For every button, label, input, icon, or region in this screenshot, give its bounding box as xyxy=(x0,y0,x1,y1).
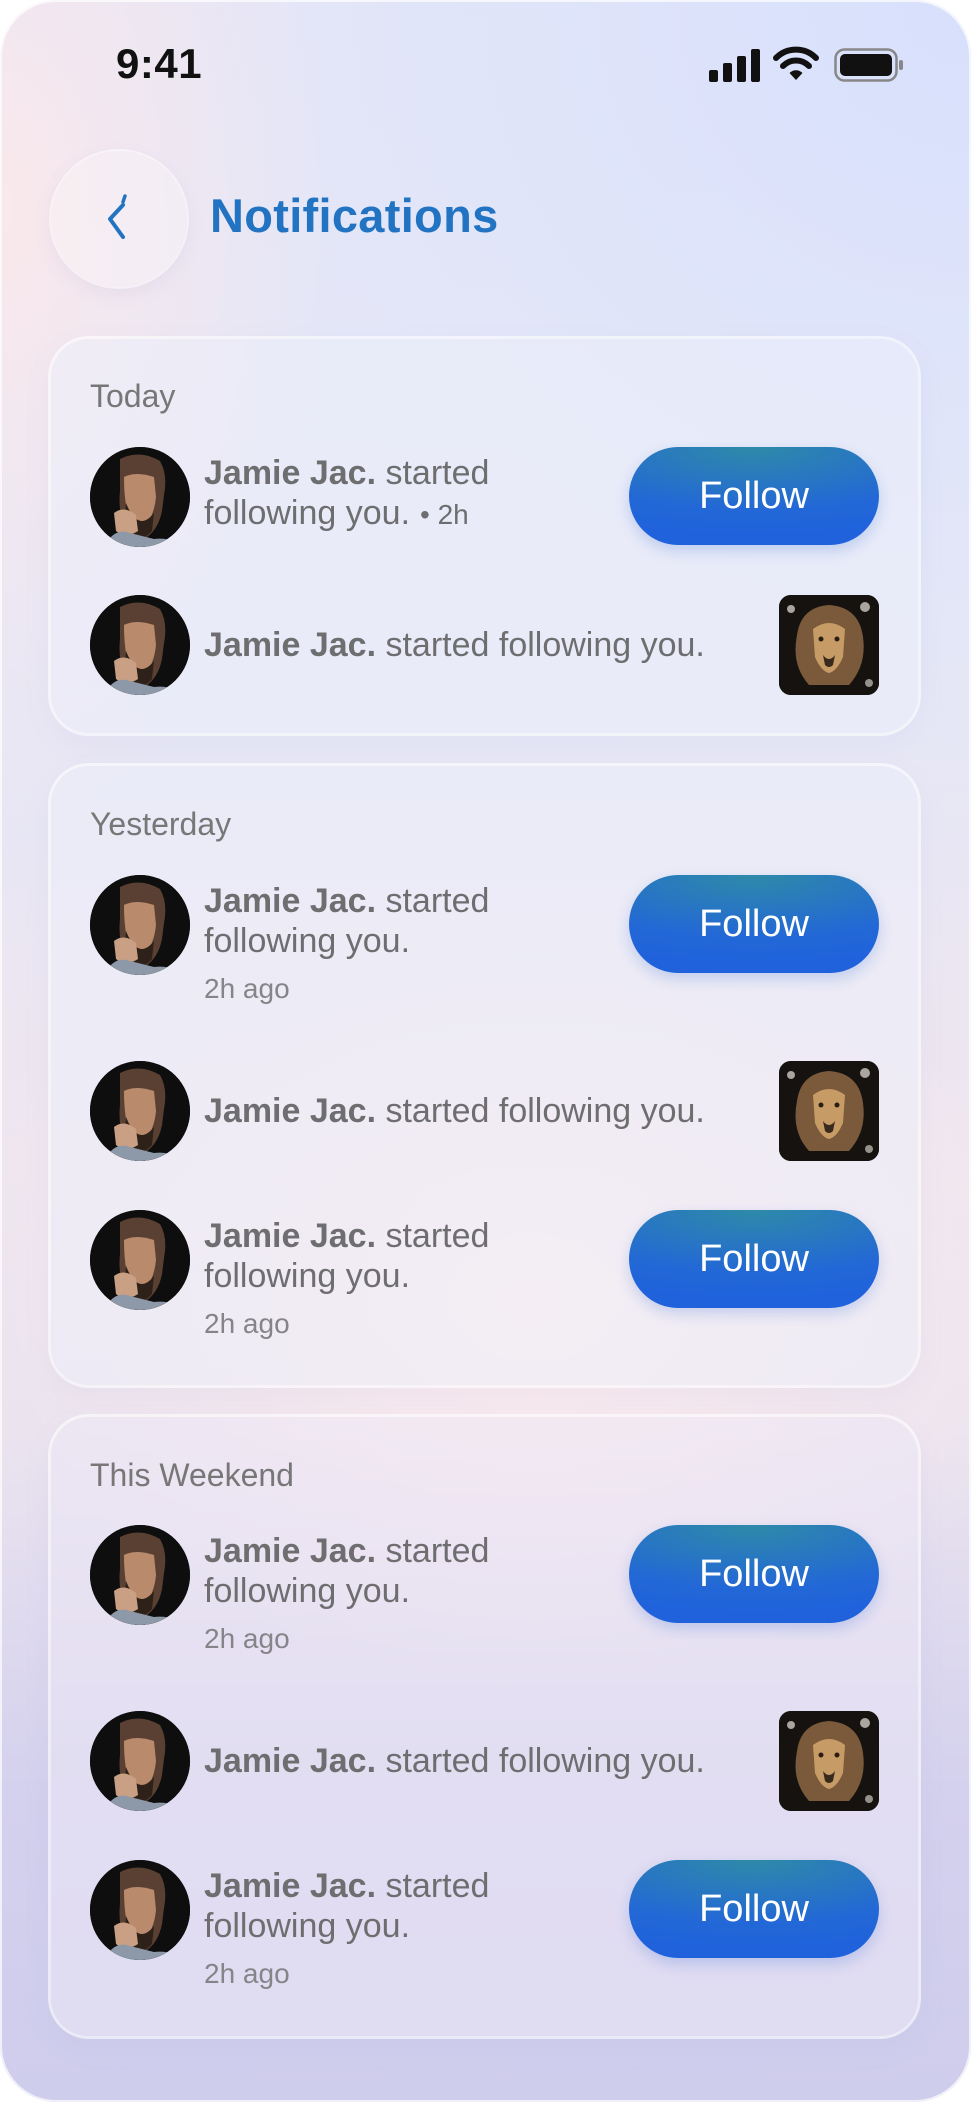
post-thumbnail[interactable] xyxy=(779,1711,879,1811)
user-name[interactable]: Jamie Jac. xyxy=(204,626,376,664)
user-name[interactable]: Jamie Jac. xyxy=(204,1742,376,1780)
notification-text: Jamie Jac. started following you. xyxy=(204,1532,490,1610)
avatar[interactable] xyxy=(90,1061,190,1161)
notification-item: Jamie Jac. started following you. 2h ago … xyxy=(90,875,879,1004)
avatar[interactable] xyxy=(90,1210,190,1310)
notification-item: Jamie Jac. started following you. 2h ago … xyxy=(90,1210,879,1339)
wifi-icon xyxy=(773,46,819,80)
avatar[interactable] xyxy=(90,1860,190,1960)
post-thumbnail[interactable] xyxy=(779,1061,879,1161)
notification-group-today: Today Jamie Jac. started following you. • … xyxy=(51,339,918,733)
notification-item: Jamie Jac. started following you. • 2h Fol… xyxy=(90,447,879,547)
follow-button[interactable]: Follow xyxy=(629,447,879,545)
status-bar: 9:41 xyxy=(0,0,971,130)
notification-item: Jamie Jac. started following you. xyxy=(90,1711,879,1811)
timestamp: 2h ago xyxy=(204,973,290,1004)
user-name[interactable]: Jamie Jac. xyxy=(204,454,376,492)
user-name[interactable]: Jamie Jac. xyxy=(204,1217,376,1255)
timestamp: 2h ago xyxy=(204,1623,290,1654)
section-label: Today xyxy=(90,378,176,414)
avatar[interactable] xyxy=(90,595,190,695)
user-name[interactable]: Jamie Jac. xyxy=(204,1532,376,1570)
timestamp: • 2h xyxy=(420,499,469,530)
status-time: 9:41 xyxy=(116,40,203,87)
avatar[interactable] xyxy=(90,1525,190,1625)
notification-group-this-weekend: This Weekend Jamie Jac. started following… xyxy=(51,1417,918,2036)
user-name[interactable]: Jamie Jac. xyxy=(204,1092,376,1130)
notification-text: Jamie Jac. started following you. xyxy=(204,1092,705,1130)
notification-text: Jamie Jac. started following you. xyxy=(204,626,705,664)
timestamp: 2h ago xyxy=(204,1958,290,1989)
notification-item: Jamie Jac. started following you. xyxy=(90,1061,879,1161)
follow-button[interactable]: Follow xyxy=(629,1210,879,1308)
notification-text: Jamie Jac. started following you. xyxy=(204,882,490,960)
follow-button[interactable]: Follow xyxy=(629,1860,879,1958)
user-name[interactable]: Jamie Jac. xyxy=(204,882,376,920)
follow-button[interactable]: Follow xyxy=(629,875,879,973)
follow-button[interactable]: Follow xyxy=(629,1525,879,1623)
avatar[interactable] xyxy=(90,447,190,547)
notification-item: Jamie Jac. started following you. xyxy=(90,595,879,695)
back-button[interactable] xyxy=(51,151,187,287)
timestamp: 2h ago xyxy=(204,1308,290,1339)
notification-text: Jamie Jac. started following you. • 2h xyxy=(204,454,490,532)
notification-group-yesterday: Yesterday Jamie Jac. started following yo… xyxy=(51,766,918,1385)
user-name[interactable]: Jamie Jac. xyxy=(204,1867,376,1905)
page-title: Notifications xyxy=(210,189,499,242)
battery-icon xyxy=(834,48,903,82)
avatar[interactable] xyxy=(90,1711,190,1811)
notification-item: Jamie Jac. started following you. 2h ago … xyxy=(90,1860,879,1989)
post-thumbnail[interactable] xyxy=(779,595,879,695)
notification-item: Jamie Jac. started following you. 2h ago … xyxy=(90,1525,879,1654)
cellular-signal-icon xyxy=(709,49,760,82)
notification-text: Jamie Jac. started following you. xyxy=(204,1867,490,1945)
notification-text: Jamie Jac. started following you. xyxy=(204,1742,705,1780)
chevron-left-icon xyxy=(108,194,127,239)
avatar[interactable] xyxy=(90,875,190,975)
phone-screen: 9:41 Notifications Today Jamie Jac. star… xyxy=(0,0,971,2102)
section-label: Yesterday xyxy=(90,806,232,842)
section-label: This Weekend xyxy=(90,1457,294,1493)
notification-text: Jamie Jac. started following you. xyxy=(204,1217,490,1295)
